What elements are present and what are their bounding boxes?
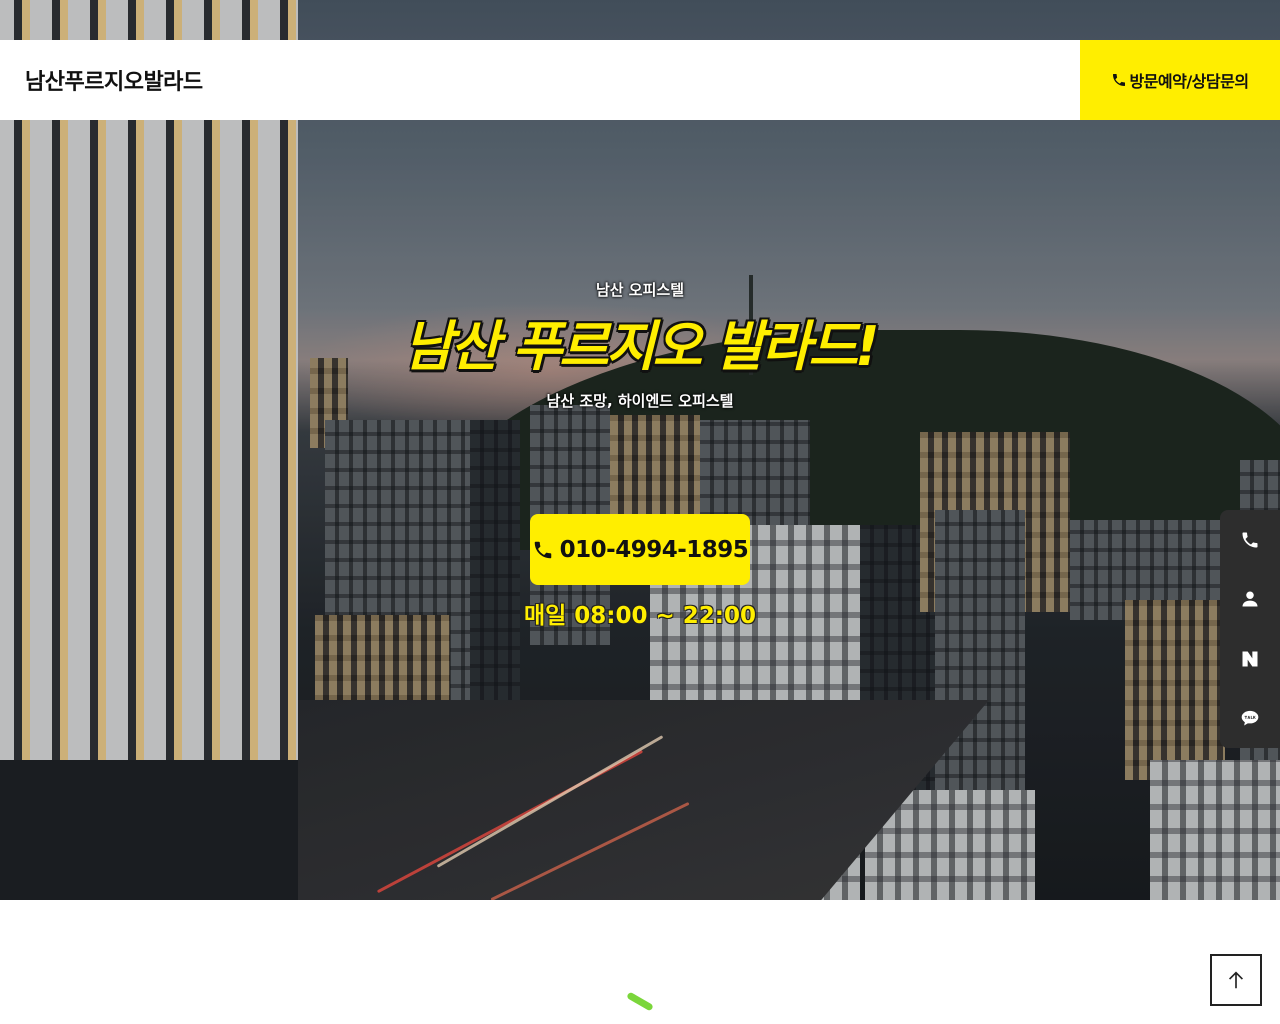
quick-kakaotalk-button[interactable] [1220,689,1280,749]
quick-consult-button[interactable] [1220,570,1280,630]
hero-eyebrow: 남산 오피스텔 [595,281,685,299]
reservation-label: 방문예약/상담문의 [1129,72,1249,91]
loading-indicator [626,991,654,1012]
phone-icon [1242,532,1258,548]
scroll-to-top-button[interactable] [1210,954,1262,1006]
phone-number: 010-4994-1895 [559,536,749,563]
phone-icon [534,541,551,558]
phone-icon [1113,74,1126,86]
kakaotalk-icon [1241,711,1259,726]
quick-call-button[interactable] [1220,510,1280,570]
hero-description: 남산 조망, 하이엔드 오피스텔 [546,392,734,410]
user-icon [1242,591,1258,607]
business-hours: 매일 08:00 ~ 22:00 [523,603,757,629]
call-button[interactable]: 010-4994-1895 [530,514,750,585]
arrow-up-icon [1228,971,1244,989]
hero-background [0,0,1280,900]
quick-naver-button[interactable] [1220,629,1280,689]
site-logo[interactable]: 남산푸르지오발라드 [25,64,203,96]
naver-icon [1242,651,1258,667]
quick-menu [1220,510,1280,748]
reservation-button[interactable]: 방문예약/상담문의 [1080,40,1280,120]
site-header: 남산푸르지오발라드 방문예약/상담문의 [0,40,1280,120]
hero-title: 남산 푸르지오 발라드! [403,315,879,378]
